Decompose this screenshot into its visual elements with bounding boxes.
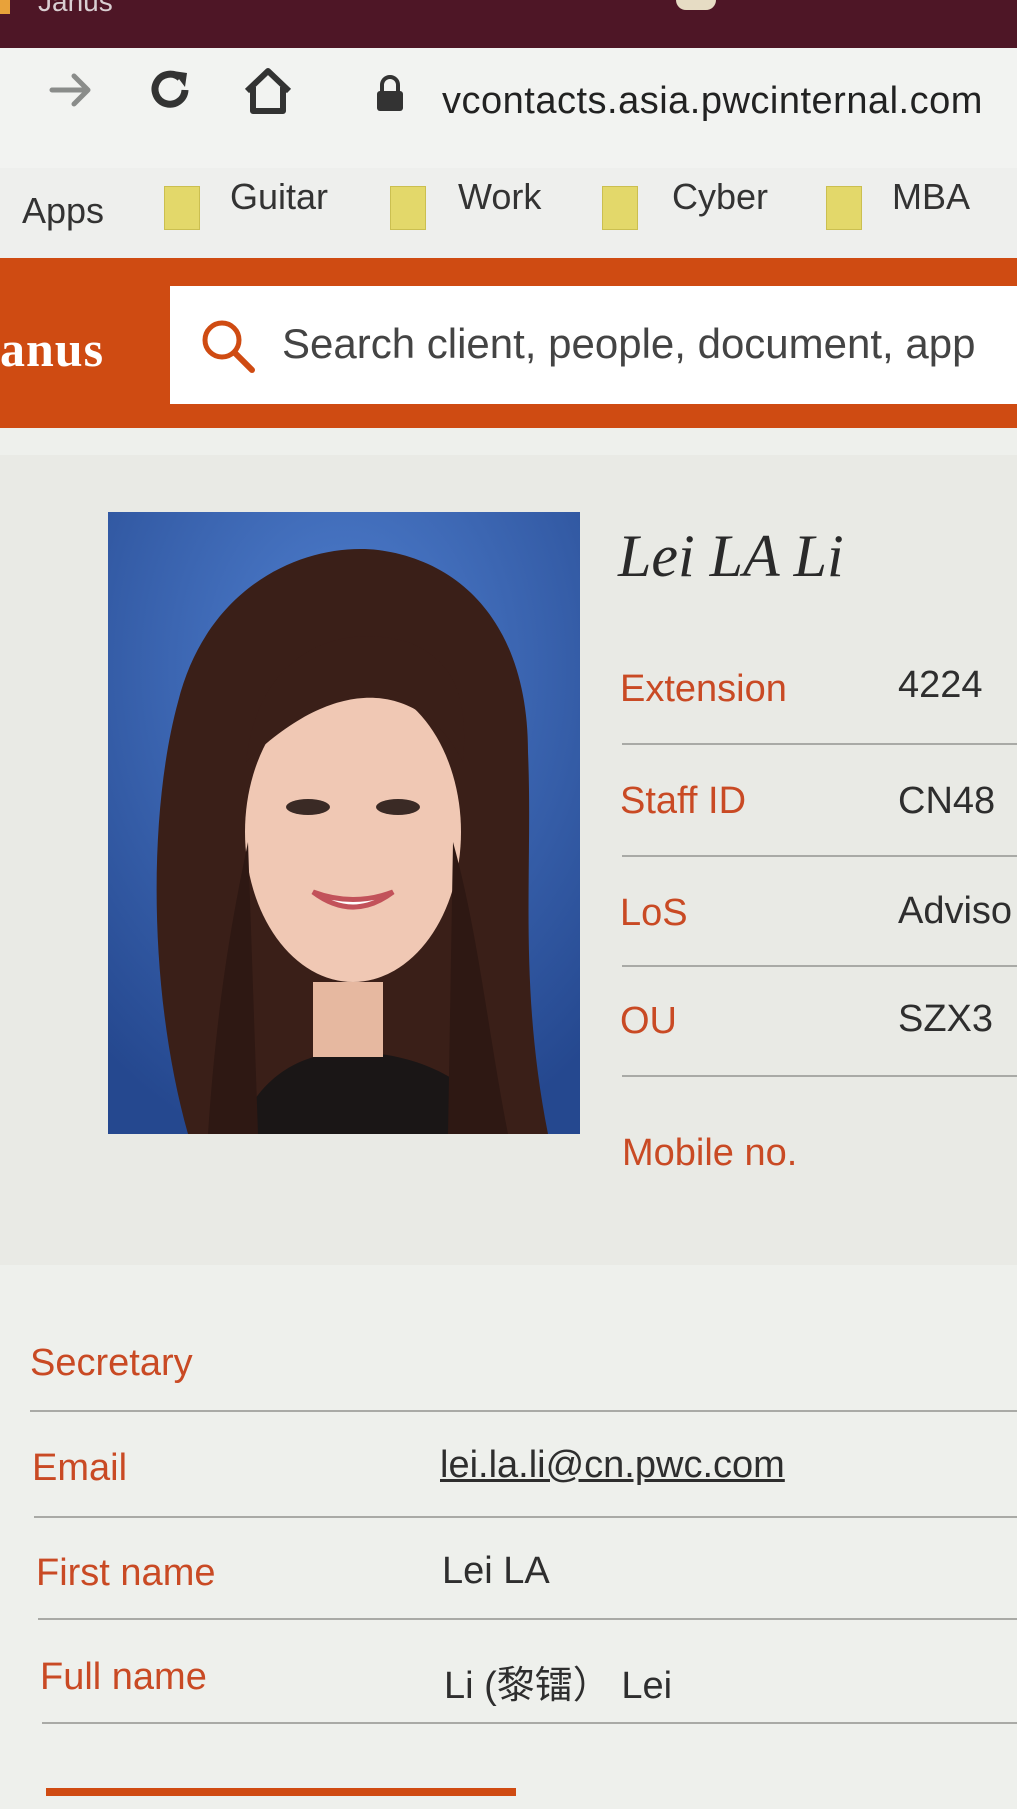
bookmark-guitar[interactable]: Guitar xyxy=(230,176,328,218)
search-input[interactable]: Search client, people, document, app xyxy=(282,320,975,368)
bookmark-cyber[interactable]: Cyber xyxy=(672,176,768,218)
first-name-label: First name xyxy=(36,1552,216,1594)
extension-value: 4224 xyxy=(898,664,983,706)
divider xyxy=(622,1075,1017,1077)
los-value: Adviso xyxy=(898,890,1013,932)
tab-partial-icon xyxy=(676,0,716,10)
email-link[interactable]: lei.la.li@cn.pwc.com xyxy=(440,1444,785,1487)
url-text[interactable]: vcontacts.asia.pwcinternal.com xyxy=(442,80,983,123)
folder-icon xyxy=(390,186,426,230)
person-name: Lei LA Li xyxy=(618,523,844,589)
staff-id-label: Staff ID xyxy=(620,780,747,822)
reload-icon[interactable] xyxy=(142,62,198,118)
lock-icon[interactable] xyxy=(368,72,412,116)
bookmark-apps[interactable]: Apps xyxy=(22,190,104,232)
profile-photo xyxy=(108,512,580,1134)
app-logo[interactable]: anus xyxy=(0,320,104,378)
bookmark-work[interactable]: Work xyxy=(458,176,541,218)
tab-favicon-icon xyxy=(0,0,10,14)
divider xyxy=(622,965,1017,967)
full-name-value: Li (黎镭） Lei xyxy=(444,1665,673,1707)
ou-label: OU xyxy=(620,1000,677,1042)
folder-icon xyxy=(602,186,638,230)
email-label: Email xyxy=(32,1447,128,1489)
divider xyxy=(622,743,1017,745)
search-icon[interactable] xyxy=(198,316,258,381)
mobile-label: Mobile no. xyxy=(622,1132,798,1174)
forward-icon[interactable] xyxy=(44,62,100,118)
first-name-value: Lei LA xyxy=(442,1550,550,1592)
window-title-bar: Janus xyxy=(0,0,1017,48)
divider xyxy=(622,855,1017,857)
divider xyxy=(30,1410,1017,1412)
divider xyxy=(42,1722,1017,1724)
ou-value: SZX3 xyxy=(898,998,994,1040)
divider xyxy=(38,1618,1017,1620)
folder-icon xyxy=(826,186,862,230)
bookmark-mba[interactable]: MBA xyxy=(892,176,970,218)
divider xyxy=(34,1516,1017,1518)
home-icon[interactable] xyxy=(240,62,296,118)
active-tab-indicator xyxy=(46,1788,516,1796)
secretary-label: Secretary xyxy=(30,1342,193,1384)
full-name-label: Full name xyxy=(40,1656,207,1698)
folder-icon xyxy=(164,186,200,230)
tab-title[interactable]: Janus xyxy=(38,0,113,18)
staff-id-value: CN48 xyxy=(898,780,996,822)
los-label: LoS xyxy=(620,892,688,934)
extension-label: Extension xyxy=(620,668,787,710)
